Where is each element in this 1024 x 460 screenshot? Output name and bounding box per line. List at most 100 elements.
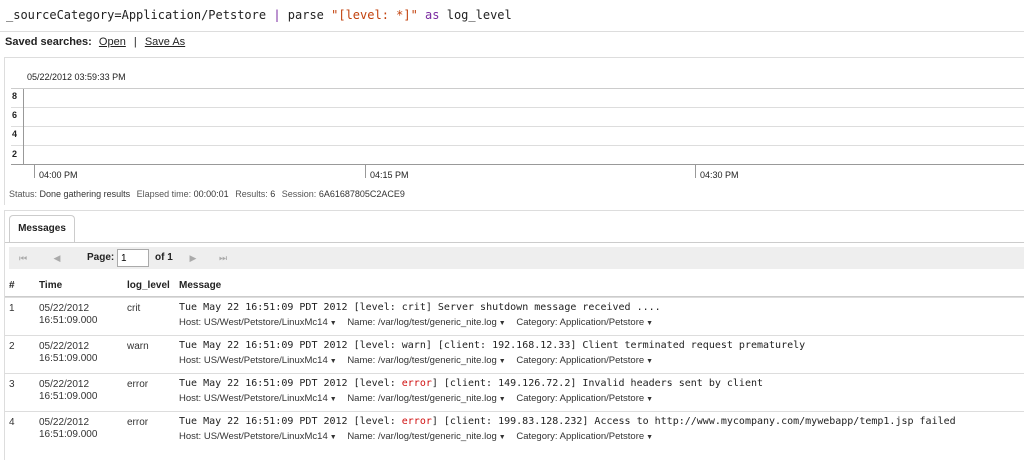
status-label: Status: (9, 189, 38, 199)
histogram-gridline (11, 145, 1024, 146)
row-time: 05/22/2012 16:51:09.000 (39, 417, 98, 440)
histogram-x-tick-mark (365, 164, 366, 178)
query-source: _sourceCategory=Application/Petstore (6, 8, 274, 22)
results-label: Results: (235, 189, 268, 199)
row-metadata: Host: US/West/Petstore/LinuxMc14 ▼ Name: … (179, 355, 654, 366)
status-value: Done gathering results (39, 189, 131, 199)
histogram-y-tick: 8 (12, 91, 18, 101)
histogram-gridline (11, 126, 1024, 127)
row-message: Tue May 22 16:51:09 PDT 2012 [level: war… (179, 340, 806, 351)
column-header-num[interactable]: # (9, 280, 15, 291)
histogram-y-tick: 2 (12, 149, 18, 159)
name-value: /var/log/test/generic_nite.log (377, 393, 497, 404)
pagination-bar: ⏮ ◀ Page: of 1 ▶ ⏭ (9, 247, 1024, 269)
elapsed-label: Elapsed time: (136, 189, 192, 199)
histogram-x-tick-mark (695, 164, 696, 178)
session-id: 6A61687805C2ACE9 (318, 189, 405, 199)
row-metadata: Host: US/West/Petstore/LinuxMc14 ▼ Name: … (179, 431, 654, 442)
query-pipe: | (273, 8, 281, 22)
query-pattern: "[level: *]" (331, 8, 418, 22)
host-dropdown-icon[interactable]: ▼ (330, 396, 337, 403)
last-page-icon[interactable]: ⏭ (211, 249, 235, 267)
search-query-input[interactable]: _sourceCategory=Application/Petstore | p… (0, 0, 1024, 32)
table-row[interactable]: 1 05/22/2012 16:51:09.000 crit Tue May 22… (5, 297, 1024, 331)
histogram-x-tick-label: 04:15 PM (370, 170, 409, 180)
category-dropdown-icon[interactable]: ▼ (646, 358, 653, 365)
host-value: US/West/Petstore/LinuxMc14 (203, 431, 328, 442)
open-saved-search-link[interactable]: Open (99, 36, 126, 48)
row-number: 3 (9, 379, 15, 390)
histogram-timestamp: 05/22/2012 03:59:33 PM (27, 72, 126, 82)
table-row[interactable]: 2 05/22/2012 16:51:09.000 warn Tue May 22… (5, 335, 1024, 369)
category-value: Application/Petstore (559, 355, 645, 366)
column-header-log-level[interactable]: log_level (127, 280, 170, 291)
histogram-y-axis (23, 89, 24, 165)
query-as-keyword: as (417, 8, 447, 22)
saved-searches-separator: | (133, 36, 137, 48)
page-number-input[interactable] (117, 249, 149, 267)
messages-panel: Messages ⏮ ◀ Page: of 1 ▶ ⏭ # Time log_l… (4, 210, 1024, 460)
category-dropdown-icon[interactable]: ▼ (646, 320, 653, 327)
row-time: 05/22/2012 16:51:09.000 (39, 379, 98, 402)
host-value: US/West/Petstore/LinuxMc14 (203, 317, 328, 328)
tab-strip-border (5, 242, 1024, 243)
session-label: Session: (281, 189, 317, 199)
table-header: # Time log_level Message (5, 277, 1024, 297)
host-value: US/West/Petstore/LinuxMc14 (203, 393, 328, 404)
name-dropdown-icon[interactable]: ▼ (499, 396, 506, 403)
tab-messages[interactable]: Messages (9, 215, 75, 243)
elapsed-value: 00:00:01 (193, 189, 229, 199)
message-level: warn (401, 340, 426, 351)
row-time: 05/22/2012 16:51:09.000 (39, 303, 98, 326)
name-dropdown-icon[interactable]: ▼ (499, 358, 506, 365)
category-value: Application/Petstore (559, 317, 645, 328)
histogram-gridline (11, 107, 1024, 108)
table-row[interactable]: 3 05/22/2012 16:51:09.000 error Tue May 2… (5, 373, 1024, 407)
message-level: crit (401, 302, 426, 313)
histogram-y-tick: 4 (12, 129, 18, 139)
message-level: error (401, 416, 432, 427)
saved-searches-label: Saved searches: (5, 36, 92, 48)
save-as-link[interactable]: Save As (145, 36, 185, 48)
host-dropdown-icon[interactable]: ▼ (330, 358, 337, 365)
search-status-line: Status: Done gathering results Elapsed t… (9, 189, 409, 199)
column-header-message[interactable]: Message (179, 280, 221, 291)
histogram-x-tick-label: 04:00 PM (39, 170, 78, 180)
category-dropdown-icon[interactable]: ▼ (646, 434, 653, 441)
row-number: 2 (9, 341, 15, 352)
histogram-x-axis (11, 164, 1024, 165)
query-field: log_level (446, 8, 512, 22)
name-value: /var/log/test/generic_nite.log (377, 355, 497, 366)
name-dropdown-icon[interactable]: ▼ (499, 320, 506, 327)
row-metadata: Host: US/West/Petstore/LinuxMc14 ▼ Name: … (179, 317, 654, 328)
row-message: Tue May 22 16:51:09 PDT 2012 [level: err… (179, 378, 764, 389)
row-log-level: warn (127, 341, 149, 352)
histogram-y-tick: 6 (12, 110, 18, 120)
row-message: Tue May 22 16:51:09 PDT 2012 [level: err… (179, 416, 956, 427)
host-dropdown-icon[interactable]: ▼ (330, 320, 337, 327)
name-dropdown-icon[interactable]: ▼ (499, 434, 506, 441)
query-operator: parse (280, 8, 332, 22)
row-number: 4 (9, 417, 15, 428)
row-time: 05/22/2012 16:51:09.000 (39, 341, 98, 364)
category-dropdown-icon[interactable]: ▼ (646, 396, 653, 403)
row-log-level: error (127, 379, 149, 390)
row-log-level: error (127, 417, 149, 428)
page-label: Page: (87, 252, 115, 263)
next-page-icon[interactable]: ▶ (181, 249, 205, 267)
host-dropdown-icon[interactable]: ▼ (330, 434, 337, 441)
first-page-icon[interactable]: ⏮ (11, 249, 35, 267)
histogram-x-tick-label: 04:30 PM (700, 170, 739, 180)
prev-page-icon[interactable]: ◀ (45, 249, 69, 267)
histogram-x-tick-mark (34, 164, 35, 178)
message-level: error (401, 378, 432, 389)
row-metadata: Host: US/West/Petstore/LinuxMc14 ▼ Name: … (179, 393, 654, 404)
row-number: 1 (9, 303, 15, 314)
results-count: 6 (270, 189, 276, 199)
table-row[interactable]: 4 05/22/2012 16:51:09.000 error Tue May 2… (5, 411, 1024, 445)
column-header-time[interactable]: Time (39, 280, 62, 291)
histogram-top-border (11, 88, 1024, 89)
name-value: /var/log/test/generic_nite.log (377, 317, 497, 328)
category-value: Application/Petstore (559, 393, 645, 404)
host-value: US/West/Petstore/LinuxMc14 (203, 355, 328, 366)
